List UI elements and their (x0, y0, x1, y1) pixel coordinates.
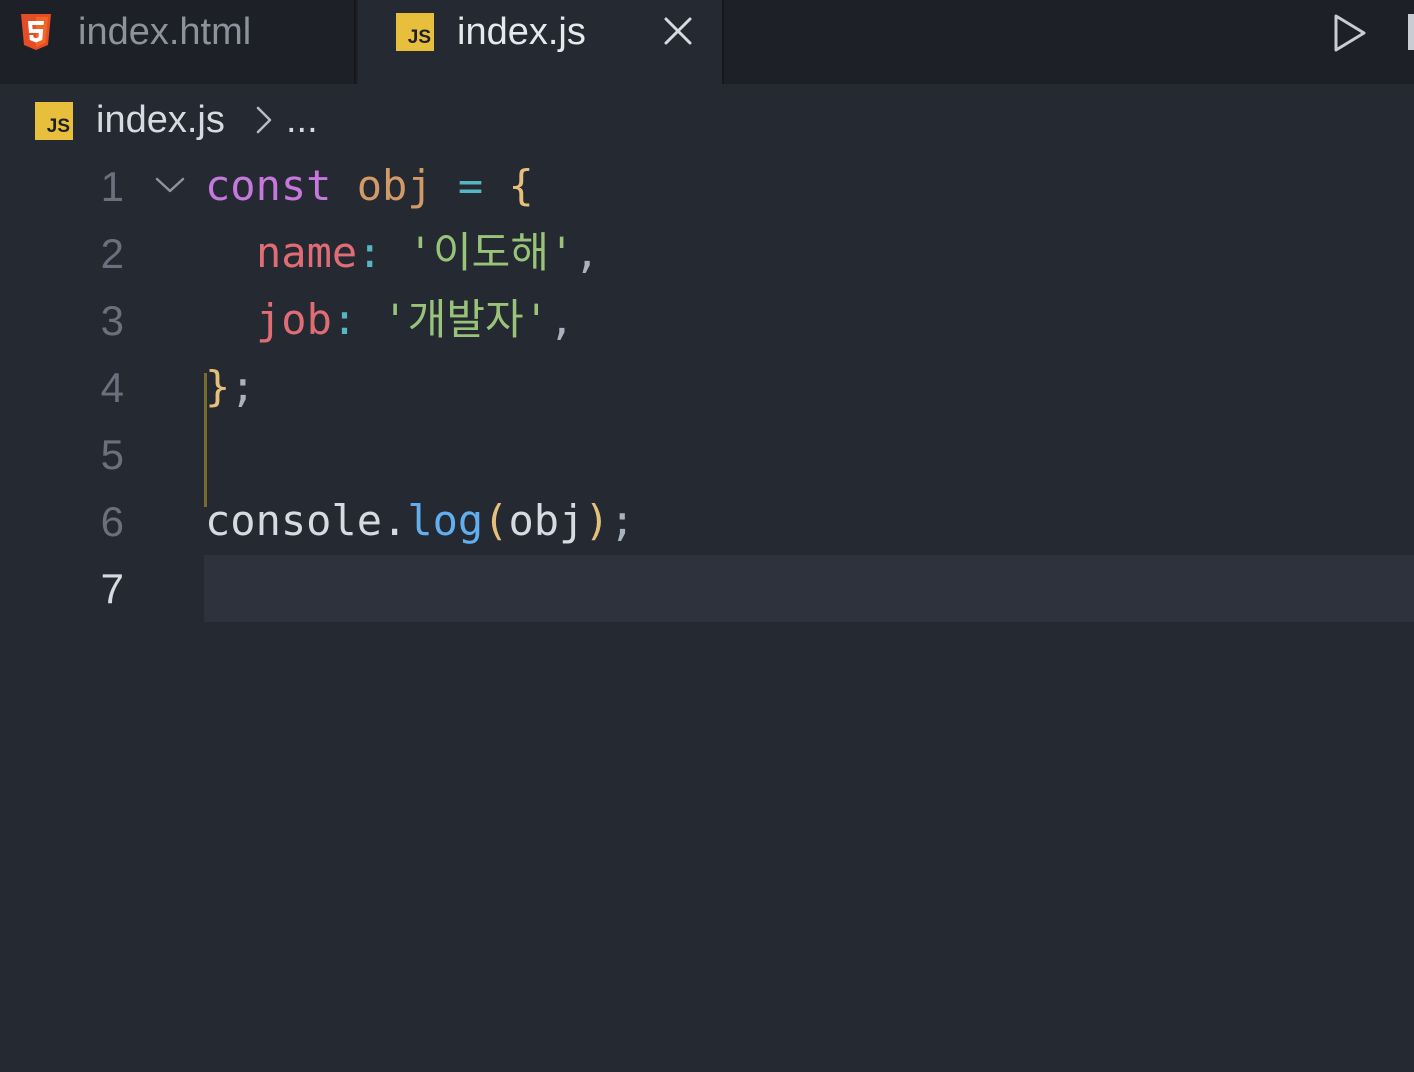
html5-icon (21, 14, 51, 50)
js-icon: JS (396, 13, 434, 51)
token-keyword: const (205, 161, 332, 210)
line-number: 4 (100, 364, 124, 411)
code-text: const obj = { (205, 161, 534, 211)
token-string: '개발자' (382, 295, 549, 344)
chevron-right-icon (256, 106, 272, 134)
code-line-4[interactable]: 4 }; (0, 354, 1414, 421)
play-icon[interactable] (1330, 12, 1370, 54)
tab-label: index.js (457, 11, 586, 53)
code-text: name: '이도해', (256, 228, 600, 278)
split-editor-icon[interactable] (1408, 14, 1414, 50)
tab-label: index.html (78, 11, 252, 53)
token-colon: : (331, 295, 358, 344)
code-text: }; (205, 362, 256, 412)
code-line-3[interactable]: 3 job: '개발자', (0, 287, 1414, 354)
token-comma: , (574, 228, 600, 277)
code-line-5[interactable]: 5 (0, 421, 1414, 488)
code-line-2[interactable]: 2 name: '이도해', (0, 220, 1414, 287)
token-object: console (205, 496, 383, 545)
token-argument: obj (508, 496, 585, 545)
line-number-active: 7 (100, 565, 124, 612)
breadcrumb-more[interactable]: ... (286, 98, 318, 142)
line-number: 1 (100, 163, 124, 210)
token-paren-close: ) (584, 496, 610, 545)
breadcrumb: JS index.js ... (0, 84, 1414, 156)
code-text: job: '개발자', (256, 295, 574, 345)
chevron-down-icon[interactable] (154, 173, 186, 197)
tab-index-js[interactable]: JS index.js (358, 0, 724, 84)
token-semicolon: ; (609, 496, 635, 545)
line-number: 3 (100, 297, 124, 344)
token-property: job (256, 295, 332, 344)
code-editor-window: index.html JS index.js JS index.js ... 1 (0, 0, 1414, 1072)
breadcrumb-file[interactable]: index.js (96, 98, 225, 142)
tab-bar: index.html JS index.js (0, 0, 1414, 84)
token-comma: , (548, 295, 575, 344)
line-number: 6 (100, 498, 124, 545)
code-line-7[interactable]: 7 (0, 555, 1414, 622)
token-brace: } (205, 362, 231, 411)
token-function: log (407, 496, 484, 545)
token-variable: obj (356, 161, 433, 210)
code-line-6[interactable]: 6 console.log(obj); (0, 488, 1414, 555)
close-icon[interactable] (661, 14, 695, 48)
js-icon: JS (35, 102, 73, 140)
tab-index-html[interactable]: index.html (0, 0, 356, 84)
code-area[interactable]: 1 const obj = { 2 name: '이도해', 3 job: '개… (0, 153, 1414, 1072)
token-dot: . (382, 496, 408, 545)
line-number: 2 (100, 230, 124, 277)
token-paren-open: ( (483, 496, 509, 545)
line-number: 5 (100, 431, 124, 478)
token-operator: = (457, 161, 484, 210)
token-string: '이도해' (407, 228, 575, 277)
token-brace: { (508, 161, 534, 210)
token-semicolon: ; (230, 362, 256, 411)
code-line-1[interactable]: 1 const obj = { (0, 153, 1414, 220)
token-colon: : (357, 228, 383, 277)
code-text: console.log(obj); (205, 496, 635, 546)
token-property: name (256, 228, 358, 277)
